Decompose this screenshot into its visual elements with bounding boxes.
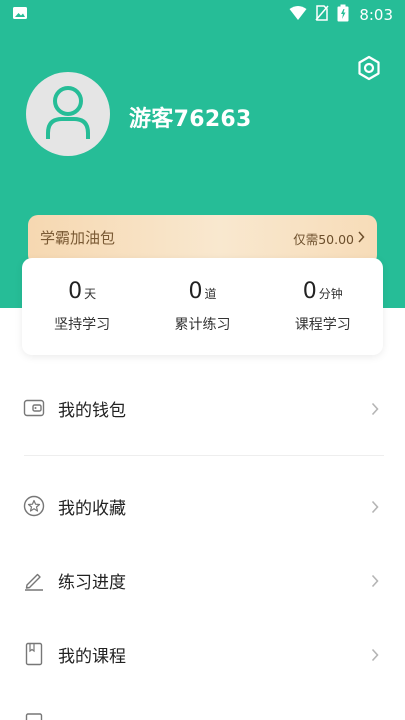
stat-unit: 分钟 [318, 287, 343, 301]
avatar[interactable] [26, 72, 110, 156]
stat-label: 课程学习 [294, 317, 351, 333]
promo-title: 学霸加油包 [40, 229, 116, 247]
chevron-right-icon [370, 401, 384, 416]
chevron-right-icon [370, 499, 384, 514]
battery-icon [337, 4, 349, 26]
stat-unit: 道 [204, 287, 217, 301]
stat-days: 0 天 坚持学习 [27, 279, 137, 334]
stat-value: 0 [68, 279, 83, 304]
menu-item-label: 练习进度 [58, 572, 126, 593]
wifi-icon [289, 5, 307, 25]
menu-item-label: 我的钱包 [58, 400, 126, 421]
section-divider [24, 455, 384, 456]
status-bar: 8:03 [0, 0, 405, 30]
wallet-icon [22, 396, 46, 420]
book-icon [22, 642, 46, 666]
chevron-right-icon [357, 231, 365, 246]
star-icon [22, 494, 46, 518]
username[interactable]: 游客76263 [129, 101, 252, 133]
chevron-right-icon [370, 647, 384, 662]
stat-questions: 0 道 累计练习 [147, 279, 257, 334]
clock: 8:03 [359, 6, 393, 24]
menu-item-practice-progress[interactable]: 练习进度 [22, 560, 384, 600]
stats-card: 0 天 坚持学习 0 道 累计练习 0 分钟 课程学习 [22, 258, 383, 355]
stat-minutes: 0 分钟 课程学习 [268, 279, 378, 334]
user-silhouette-icon [44, 83, 92, 145]
pencil-icon [22, 568, 46, 592]
settings-button[interactable] [355, 55, 383, 85]
menu-item-label: 我的收藏 [58, 498, 126, 519]
stat-label: 坚持学习 [54, 317, 111, 333]
menu-item-label: 我的课程 [58, 646, 126, 667]
menu-item-my-courses[interactable]: 我的课程 [22, 634, 384, 674]
menu-item-favorites[interactable]: 我的收藏 [22, 486, 384, 526]
menu-item-wallet[interactable]: 我的钱包 [22, 388, 384, 428]
stat-unit: 天 [84, 287, 97, 301]
stat-value: 0 [302, 279, 317, 304]
chevron-right-icon [370, 573, 384, 588]
promo-price: 仅需50.00 [293, 229, 365, 248]
promo-price-text: 仅需50.00 [293, 232, 354, 247]
no-sim-icon [315, 5, 329, 25]
menu-item-partial[interactable] [22, 706, 384, 720]
stat-value: 0 [188, 279, 203, 304]
stat-label: 累计练习 [174, 317, 231, 333]
gear-icon [356, 55, 382, 85]
image-notification-icon [12, 5, 28, 25]
document-icon [22, 706, 46, 720]
